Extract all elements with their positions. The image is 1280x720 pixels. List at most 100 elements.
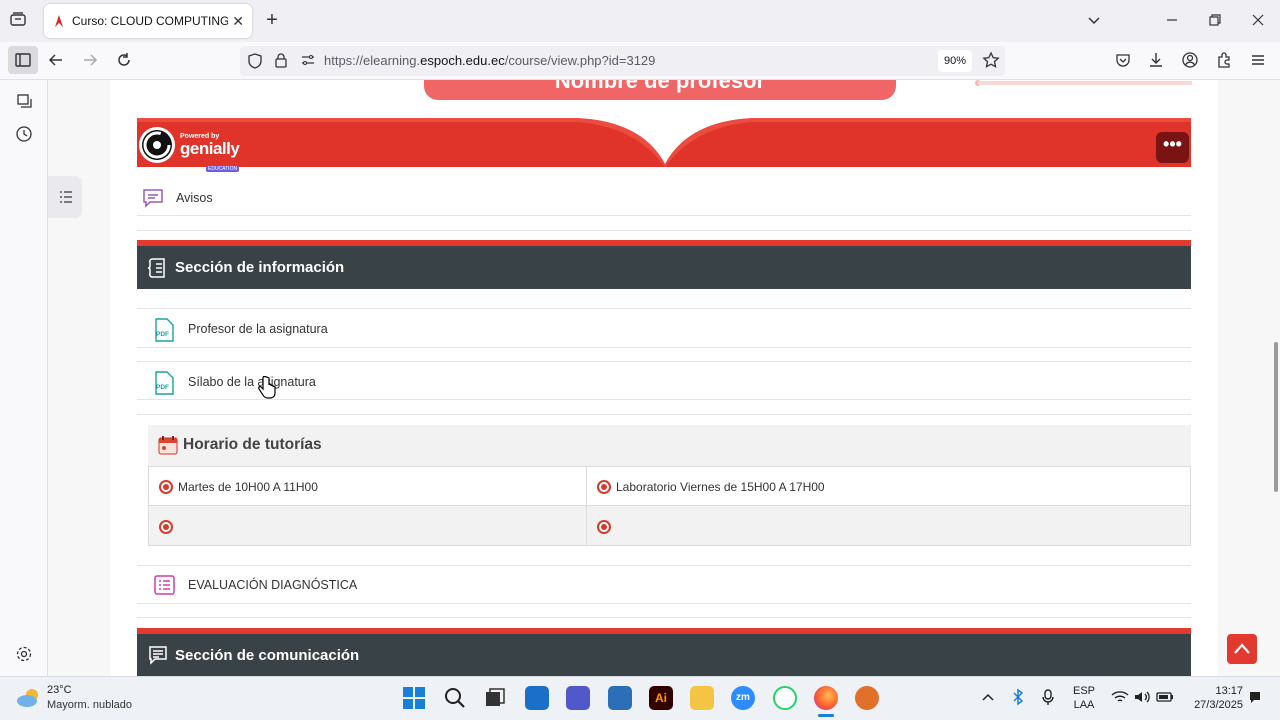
tutoria-cell: Martes de 10H00 A 11H00 [178, 480, 318, 494]
svg-text:PDF: PDF [156, 384, 169, 391]
pdf-file-icon: PDF [153, 371, 175, 400]
new-tab-button[interactable]: + [262, 10, 282, 30]
tab-title: Curso: CLOUD COMPUTING | El [72, 14, 229, 28]
espoch-favicon-icon [55, 15, 63, 27]
divider [137, 414, 1191, 415]
avisos-link[interactable]: Avisos [176, 191, 213, 205]
radio-bullet-icon [159, 520, 173, 534]
divider [137, 565, 1191, 566]
keyboard-layout: LAA [1073, 699, 1095, 711]
calendar-icon [158, 435, 178, 460]
genially-logo-icon [139, 127, 175, 163]
section-info-title: Sección de información [175, 259, 345, 276]
section-comunicacion-header[interactable]: Sección de comunicación [137, 628, 1191, 676]
zoom-level[interactable]: 90% [938, 50, 972, 72]
microphone-icon[interactable] [1041, 688, 1055, 711]
clock[interactable]: 13:17 27/3/2025 [1185, 684, 1243, 712]
notification-icon[interactable] [1248, 690, 1262, 709]
genially-banner [137, 118, 1191, 167]
genially-menu-button[interactable]: ••• [1156, 132, 1189, 163]
browser-tab[interactable]: Curso: CLOUD COMPUTING | El ✕ [44, 4, 252, 38]
tutorias-title: Horario de tutorías [183, 436, 322, 453]
whatsapp-icon[interactable] [773, 686, 797, 710]
browser-sidebar [0, 80, 48, 676]
evaluacion-link[interactable]: EVALUACIÓN DIAGNÓSTICA [188, 578, 357, 592]
task-view-icon[interactable] [484, 687, 506, 714]
file-explorer-icon[interactable] [690, 686, 714, 710]
url-text[interactable]: https://elearning.espoch.edu.ec/course/v… [324, 53, 655, 68]
table-row [149, 506, 1190, 545]
settings-gear-icon[interactable] [15, 645, 33, 668]
store-icon[interactable] [525, 686, 549, 710]
synced-tabs-icon[interactable] [15, 92, 33, 115]
column-divider [586, 467, 587, 545]
decorative-line [975, 80, 1192, 86]
restore-button[interactable] [1207, 12, 1223, 33]
zoom-app-icon[interactable]: zm [731, 686, 755, 710]
svg-text:PDF: PDF [156, 331, 169, 338]
divider [137, 617, 1191, 618]
radio-bullet-icon [597, 520, 611, 534]
permissions-icon[interactable] [300, 53, 316, 72]
scrollbar-thumb[interactable] [1274, 342, 1278, 492]
section-info-header[interactable]: Sección de información [137, 240, 1191, 289]
forward-arrow-icon[interactable] [81, 51, 99, 74]
professor-name-text: Nombre de profesor [554, 80, 766, 93]
search-icon[interactable] [443, 686, 467, 715]
forum-icon [142, 187, 164, 214]
wifi-icon[interactable] [1111, 690, 1129, 709]
divider [137, 603, 1191, 604]
divider [137, 230, 1191, 231]
weather-desc[interactable]: Mayorm. nublado [47, 699, 132, 711]
sidebar-toggle-button[interactable] [8, 46, 38, 74]
weather-cloud-icon[interactable] [16, 686, 42, 713]
list-document-icon [147, 257, 165, 278]
divider [137, 361, 1191, 362]
silabo-link[interactable]: Sílabo de la asignatura [188, 375, 316, 389]
remote-desktop-icon[interactable] [608, 686, 632, 710]
profesor-link[interactable]: Profesor de la asignatura [188, 322, 328, 336]
chevron-up-icon[interactable] [981, 690, 995, 709]
hand-cursor-icon [258, 375, 276, 405]
app-icon[interactable] [855, 686, 879, 710]
star-bookmark-icon[interactable] [982, 51, 1000, 74]
shield-icon[interactable] [247, 52, 263, 75]
menu-hamburger-icon[interactable] [1249, 51, 1267, 74]
tutoria-cell: Laboratorio Viernes de 15H00 A 17H00 [616, 480, 825, 494]
reload-icon[interactable] [115, 51, 133, 74]
illustrator-icon[interactable]: Ai [649, 686, 673, 710]
chevron-down-icon[interactable] [1086, 12, 1102, 33]
battery-icon[interactable] [1156, 690, 1174, 709]
bluetooth-icon[interactable] [1011, 688, 1025, 711]
chat-list-icon [149, 646, 167, 665]
teams-icon[interactable] [566, 686, 590, 710]
weather-temp[interactable]: 23°C [47, 684, 72, 696]
back-arrow-icon[interactable] [47, 51, 65, 74]
clock-date: 27/3/2025 [1194, 699, 1243, 711]
pdf-file-icon: PDF [153, 318, 175, 347]
tab-close-button[interactable]: ✕ [232, 13, 244, 30]
tab-list-icon[interactable] [8, 10, 28, 34]
divider [137, 308, 1191, 309]
professor-name-button[interactable]: Nombre de profesor [424, 80, 896, 100]
active-app-indicator [818, 714, 834, 717]
account-icon[interactable] [1181, 51, 1199, 74]
language-indicator[interactable]: ESP LAA [1070, 684, 1098, 712]
radio-bullet-icon [159, 480, 173, 494]
back-to-top-button[interactable] [1227, 634, 1257, 664]
minimize-button[interactable] [1164, 12, 1180, 33]
windows-start-icon[interactable] [402, 686, 426, 715]
language-code: ESP [1072, 685, 1095, 697]
firefox-icon[interactable] [814, 686, 838, 710]
volume-icon[interactable] [1133, 689, 1151, 710]
course-index-toggle[interactable] [48, 176, 82, 218]
history-clock-icon[interactable] [15, 125, 33, 148]
genially-brand: Powered by genially EDUCATION [180, 133, 240, 175]
close-window-button[interactable] [1250, 12, 1266, 33]
download-icon[interactable] [1147, 51, 1165, 74]
pocket-icon[interactable] [1114, 51, 1132, 74]
divider [137, 347, 1191, 348]
section-comunicacion-title: Sección de comunicación [175, 646, 360, 664]
extensions-icon[interactable] [1215, 51, 1233, 74]
lock-icon[interactable] [274, 52, 288, 73]
